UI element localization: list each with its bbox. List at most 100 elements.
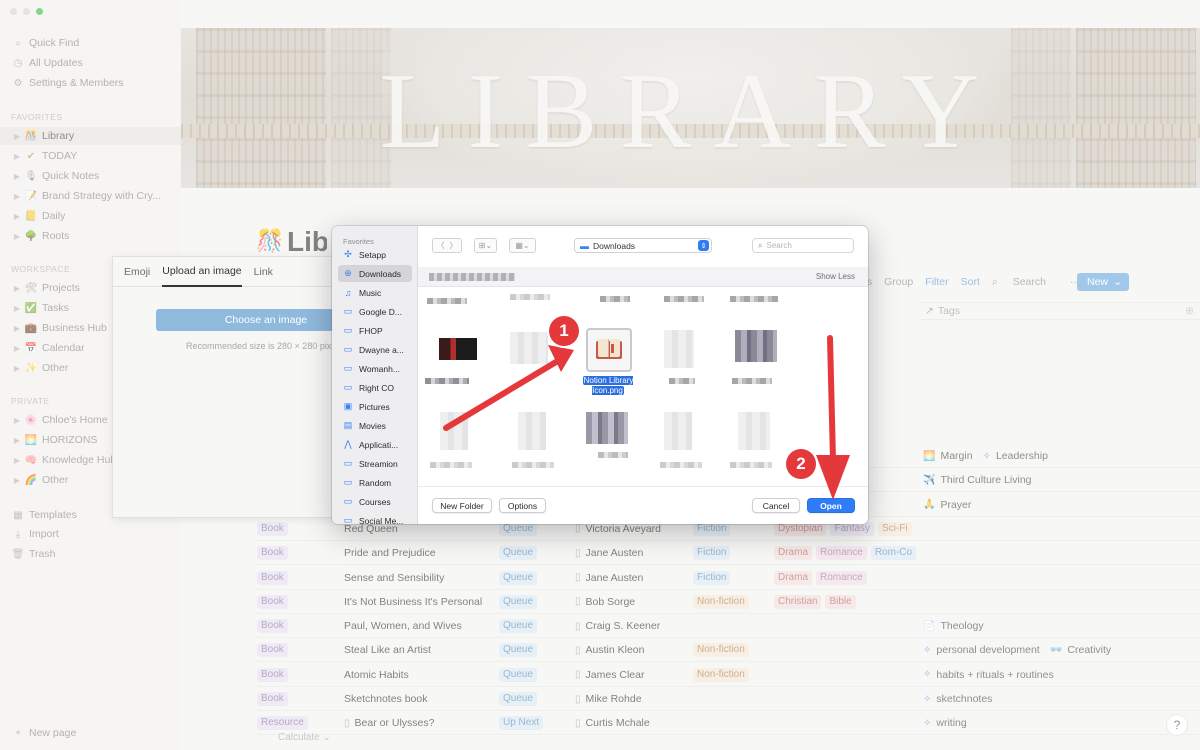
file-thumbnail[interactable] (664, 330, 694, 368)
dialog-sidebar-label: Music (359, 287, 382, 298)
dialog-sidebar-item[interactable]: ⋀ Applicati... (338, 436, 412, 453)
blurred-file-label (600, 296, 630, 302)
folder-icon: ▬ (580, 240, 589, 251)
group-by-button[interactable]: ▦⌄ (509, 238, 536, 253)
sidebar-folder-icon: ▭ (343, 363, 353, 373)
dialog-sidebar-label: Google D... (359, 306, 402, 317)
blurred-file-label (732, 378, 772, 384)
blurred-file-label (660, 462, 702, 468)
dialog-sidebar-item[interactable]: ▤ Movies (338, 417, 412, 434)
icon-view-button[interactable]: ⊞⌄ (474, 238, 497, 253)
sidebar-folder-icon: ♫ (344, 287, 352, 298)
dialog-sidebar-item[interactable]: ▭ Dwayne a... (338, 341, 412, 358)
sidebar-folder-icon: ▣ (343, 401, 353, 411)
blurred-file-label (664, 296, 704, 302)
dialog-sidebar-item[interactable]: ✣ Setapp (338, 246, 412, 263)
dialog-favorites-header: Favorites (343, 237, 374, 246)
chevron-left-icon[interactable]: 〈 (437, 240, 445, 251)
tab-emoji[interactable]: Emoji (124, 257, 150, 287)
step-1-badge: 1 (549, 316, 579, 346)
dialog-sidebar-item[interactable]: ▭ FHOP (338, 322, 412, 339)
open-button[interactable]: Open (807, 498, 855, 513)
dialog-sidebar-label: Courses (359, 496, 391, 507)
dialog-sidebar-item[interactable]: ▭ Womanh... (338, 360, 412, 377)
dialog-sidebar: Favorites ✣ Setapp ⊕ Downloads ♫ Music ▭ Google… (332, 226, 418, 524)
sidebar-folder-icon: ▭ (343, 306, 353, 316)
file-thumbnail[interactable] (664, 412, 692, 450)
blurred-group-label (429, 273, 515, 281)
file-thumbnail[interactable] (510, 332, 548, 364)
file-open-dialog: Favorites ✣ Setapp ⊕ Downloads ♫ Music ▭ Google… (332, 226, 868, 524)
sidebar-folder-icon: ▤ (343, 420, 353, 430)
dialog-sidebar-label: Streamion (359, 458, 398, 469)
sidebar-folder-icon: ▭ (343, 496, 353, 506)
dialog-sidebar-label: Applicati... (359, 439, 399, 450)
location-dropdown[interactable]: ▬ Downloads ⇕ (574, 238, 712, 253)
dialog-sidebar-label: Movies (359, 420, 386, 431)
recommended-size-hint: Recommended size is 280 × 280 pix (186, 341, 332, 351)
dialog-toolbar: 〈〉 ⊞⌄ ▦⌄ ▬ Downloads ⇕ ⌕ Search (418, 226, 868, 264)
icon-picker-popover: Emoji Upload an image Link Choose an ima… (112, 256, 376, 518)
blurred-file-label (669, 378, 695, 384)
dialog-sidebar-item[interactable]: ▭ Courses (338, 493, 412, 510)
sidebar-folder-icon: ⊕ (344, 268, 352, 278)
selected-file-name[interactable]: Notion Library Icon.png (578, 376, 638, 396)
sidebar-folder-icon: ✣ (344, 249, 352, 259)
dialog-sidebar-item[interactable]: ▭ Google D... (338, 303, 412, 320)
group-icon: ▦⌄ (515, 241, 530, 250)
blurred-file-label (598, 452, 628, 458)
book-icon (596, 339, 622, 359)
dialog-sidebar-item[interactable]: ▭ Random (338, 474, 412, 491)
blurred-file-label (510, 294, 550, 300)
file-thumbnail[interactable] (439, 338, 477, 360)
blurred-file-label (427, 298, 467, 304)
step-2-badge: 2 (786, 449, 816, 479)
file-thumbnail[interactable] (518, 412, 546, 450)
file-thumbnail[interactable] (440, 412, 468, 450)
sidebar-folder-icon: ▭ (343, 382, 353, 392)
search-field[interactable]: ⌕ Search (752, 238, 854, 253)
dialog-sidebar-label: Downloads (359, 268, 402, 279)
blurred-file-label (730, 462, 772, 468)
file-thumbnail[interactable] (586, 412, 628, 444)
search-icon: ⌕ (758, 240, 763, 250)
blurred-file-label (425, 378, 469, 384)
tab-link[interactable]: Link (254, 257, 273, 287)
show-less-link[interactable]: Show Less (816, 272, 855, 281)
dialog-sidebar-label: Random (359, 477, 392, 488)
icon-picker-tabs: Emoji Upload an image Link (113, 257, 341, 287)
blurred-file-label (730, 296, 778, 302)
tab-upload-image[interactable]: Upload an image (162, 257, 242, 287)
dialog-sidebar-label: Pictures (359, 401, 390, 412)
back-forward-buttons[interactable]: 〈〉 (432, 238, 462, 253)
dialog-sidebar-item[interactable]: ▣ Pictures (338, 398, 412, 415)
options-button[interactable]: Options (499, 498, 546, 513)
dialog-sidebar-item[interactable]: ▭ Streamion (338, 455, 412, 472)
up-down-chevron-icon: ⇕ (698, 240, 709, 251)
dialog-sidebar-label: Social Me... (359, 515, 404, 525)
dialog-sidebar-item[interactable]: ▭ Right CO (338, 379, 412, 396)
new-folder-button[interactable]: New Folder (432, 498, 492, 513)
chevron-right-icon[interactable]: 〉 (450, 240, 458, 251)
sidebar-folder-icon: ▭ (343, 325, 353, 335)
blurred-file-label (512, 462, 554, 468)
dialog-sidebar-label: Right CO (359, 382, 394, 393)
dialog-sidebar-item[interactable]: ⊕ Downloads (338, 265, 412, 282)
sidebar-folder-icon: ▭ (343, 477, 353, 487)
file-thumbnail[interactable] (735, 330, 777, 362)
dialog-sidebar-label: Setapp (359, 249, 386, 260)
sidebar-folder-icon: ▭ (343, 458, 353, 468)
dialog-footer: New Folder Options Cancel Open (418, 486, 868, 524)
sidebar-folder-icon: ⋀ (344, 439, 352, 449)
dialog-sidebar-label: Womanh... (359, 363, 400, 374)
cancel-button[interactable]: Cancel (752, 498, 800, 513)
grid-icon: ⊞⌄ (478, 241, 493, 250)
dialog-sidebar-label: FHOP (359, 325, 383, 336)
selected-file-thumbnail[interactable] (586, 328, 632, 372)
dialog-sidebar-item[interactable]: ♫ Music (338, 284, 412, 301)
sidebar-folder-icon: ▭ (343, 344, 353, 354)
dialog-sidebar-item[interactable]: ▭ Social Me... (338, 512, 412, 524)
file-group-header: Show Less (418, 267, 868, 287)
blurred-file-label (430, 462, 472, 468)
file-thumbnail[interactable] (738, 412, 770, 450)
